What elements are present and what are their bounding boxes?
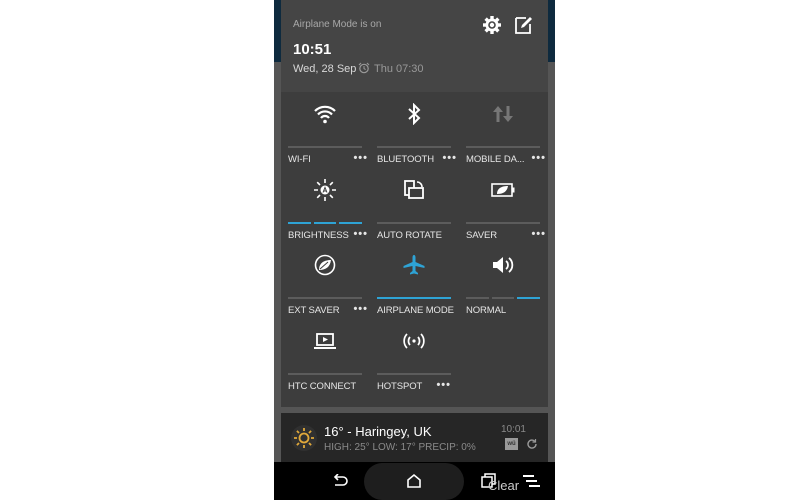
tile-indicator bbox=[377, 222, 451, 224]
tile-airplane-mode[interactable]: AIRPLANE MODE bbox=[377, 243, 461, 318]
weather-title: 16° - Haringey, UK bbox=[324, 424, 432, 439]
sun-icon bbox=[294, 428, 314, 448]
more-options-button[interactable]: ••• bbox=[531, 229, 546, 240]
tile-label: NORMAL bbox=[466, 305, 507, 316]
edit-tiles-button[interactable] bbox=[513, 14, 535, 36]
alarm-time: Thu 07:30 bbox=[374, 63, 424, 75]
more-options-button[interactable]: ••• bbox=[442, 153, 457, 164]
clock-time: 10:51 bbox=[293, 41, 332, 58]
quick-settings-panel: WI-FI ••• BLUETOOTH ••• MOBILE DA... •••… bbox=[281, 92, 548, 407]
home-button[interactable] bbox=[404, 472, 424, 490]
tile-label: BRIGHTNESS bbox=[288, 230, 349, 241]
brightness-level bbox=[288, 222, 363, 224]
tile-indicator bbox=[377, 297, 451, 299]
tile-indicator bbox=[288, 373, 362, 375]
tile-saver[interactable]: SAVER ••• bbox=[466, 168, 550, 243]
tile-indicator bbox=[466, 222, 540, 224]
clear-all-button[interactable]: Clear bbox=[488, 478, 519, 493]
volume-level bbox=[466, 297, 541, 299]
tile-extreme-saver[interactable]: EXT SAVER ••• bbox=[288, 243, 372, 318]
hotspot-icon bbox=[403, 333, 425, 349]
airplane-icon bbox=[403, 255, 425, 275]
next-alarm: Thu 07:30 bbox=[358, 62, 424, 75]
tile-auto-rotate[interactable]: AUTO ROTATE bbox=[377, 168, 461, 243]
tile-indicator bbox=[377, 373, 451, 375]
wallpaper-edge-right bbox=[547, 0, 555, 62]
date-text: Wed, 28 Sep bbox=[293, 63, 357, 75]
back-button[interactable] bbox=[330, 472, 350, 490]
more-options-button[interactable]: ••• bbox=[353, 153, 368, 164]
navigation-bar: Clear bbox=[274, 462, 555, 500]
airplane-status-text: Airplane Mode is on bbox=[293, 19, 382, 30]
auto-rotate-icon bbox=[404, 180, 424, 199]
tile-brightness[interactable]: BRIGHTNESS ••• bbox=[288, 168, 372, 243]
tile-label: HTC CONNECT bbox=[288, 381, 357, 392]
mobile-data-icon bbox=[493, 106, 513, 122]
clear-all-icon bbox=[523, 475, 540, 487]
home-icon bbox=[407, 473, 421, 488]
notification-header: Airplane Mode is on 10:51 Wed, 28 Sep Th… bbox=[281, 0, 548, 92]
volume-icon bbox=[493, 257, 514, 273]
more-options-button[interactable]: ••• bbox=[353, 304, 368, 315]
tile-label: WI-FI bbox=[288, 154, 311, 165]
weather-underground-logo: wü bbox=[505, 438, 518, 450]
tile-indicator bbox=[288, 146, 362, 148]
tile-wifi[interactable]: WI-FI ••• bbox=[288, 92, 372, 167]
more-options-button[interactable]: ••• bbox=[531, 153, 546, 164]
tile-htc-connect[interactable]: HTC CONNECT bbox=[288, 319, 372, 394]
tile-indicator bbox=[288, 297, 362, 299]
settings-button[interactable] bbox=[481, 14, 503, 36]
tile-hotspot[interactable]: HOTSPOT ••• bbox=[377, 319, 461, 394]
refresh-icon[interactable] bbox=[526, 438, 538, 450]
tile-label: SAVER bbox=[466, 230, 498, 241]
gear-icon bbox=[483, 16, 501, 34]
tile-bluetooth[interactable]: BLUETOOTH ••• bbox=[377, 92, 461, 167]
extreme-saver-icon bbox=[314, 254, 336, 276]
edit-icon bbox=[515, 17, 532, 34]
tile-label: AUTO ROTATE bbox=[377, 230, 442, 241]
more-options-button[interactable]: ••• bbox=[436, 380, 451, 391]
tile-label: AIRPLANE MODE bbox=[377, 305, 454, 316]
tile-indicator bbox=[466, 146, 540, 148]
tile-mobile-data[interactable]: MOBILE DA... ••• bbox=[466, 92, 550, 167]
more-options-button[interactable]: ••• bbox=[353, 229, 368, 240]
tile-sound-profile[interactable]: NORMAL bbox=[466, 243, 550, 318]
tile-label: HOTSPOT bbox=[377, 381, 423, 392]
clear-notifications-button[interactable] bbox=[522, 472, 542, 490]
tile-label: BLUETOOTH bbox=[377, 154, 434, 165]
weather-notification[interactable]: 16° - Haringey, UK HIGH: 25° LOW: 17° PR… bbox=[281, 413, 548, 465]
bluetooth-icon bbox=[408, 103, 421, 125]
weather-details: HIGH: 25° LOW: 17° PRECIP: 0% bbox=[324, 442, 476, 453]
tile-label: MOBILE DA... bbox=[466, 154, 525, 165]
brightness-auto-icon bbox=[314, 179, 336, 201]
htc-connect-icon bbox=[314, 333, 336, 349]
alarm-clock-icon bbox=[358, 62, 370, 74]
battery-saver-icon bbox=[491, 183, 515, 197]
weather-updated-time: 10:01 bbox=[500, 424, 526, 435]
back-icon bbox=[333, 474, 348, 486]
tile-indicator bbox=[377, 146, 451, 148]
phone-screen: Airplane Mode is on 10:51 Wed, 28 Sep Th… bbox=[274, 0, 555, 500]
wifi-icon bbox=[314, 105, 336, 124]
tile-label: EXT SAVER bbox=[288, 305, 340, 316]
